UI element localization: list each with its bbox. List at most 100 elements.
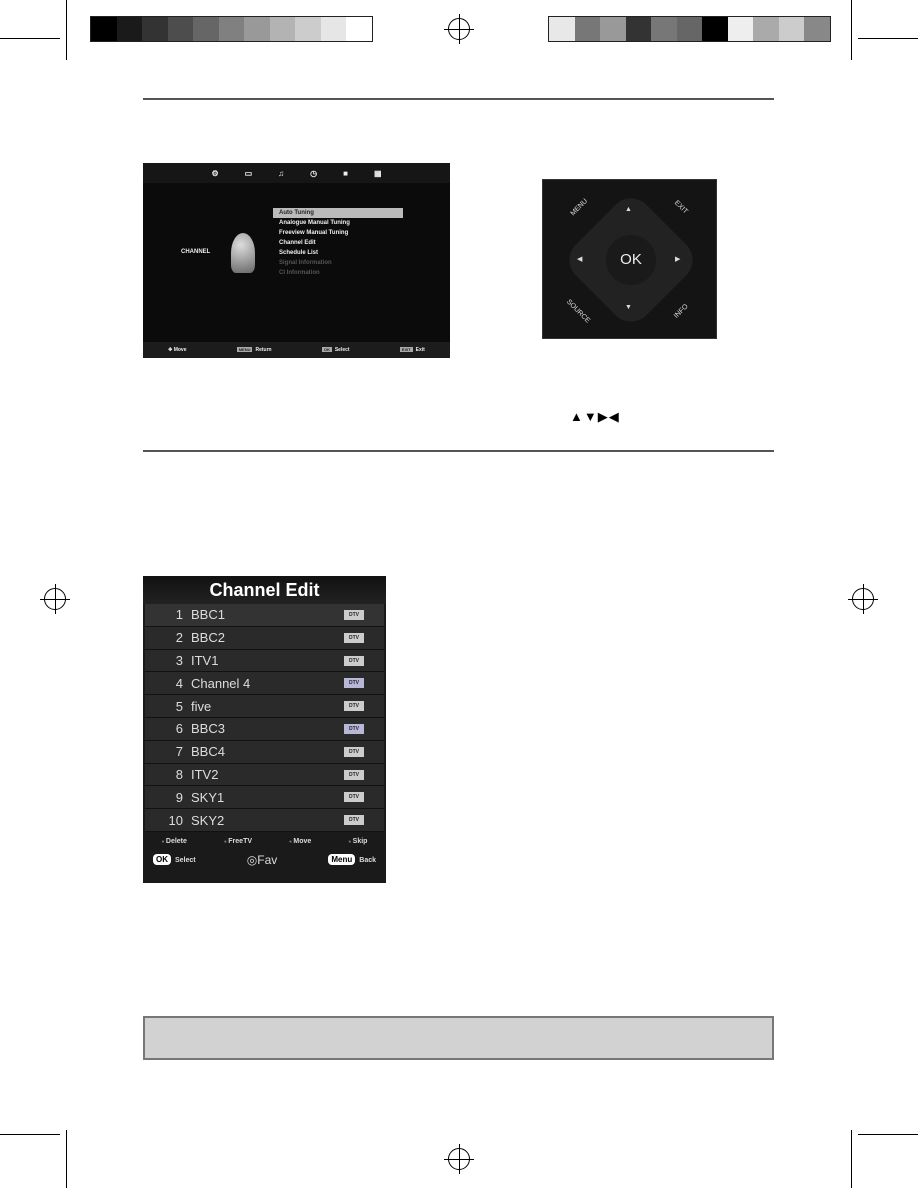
category-label: CHANNEL (181, 249, 211, 255)
divider (143, 98, 774, 100)
color-swatch (804, 17, 830, 41)
back-hint: Menu Back (328, 854, 376, 866)
color-swatch (116, 17, 142, 41)
channel-row[interactable]: 8 ITV2 DTV (145, 763, 384, 787)
color-swatch (574, 17, 600, 41)
channel-number: 4 (175, 675, 183, 691)
menu-item-analogue-manual-tuning[interactable]: Analogue Manual Tuning (273, 218, 403, 228)
channel-row[interactable]: 10 SKY2 DTV (145, 809, 384, 832)
note-box (143, 1016, 774, 1060)
color-key-legend: Delete FreeTV Move Skip (143, 838, 386, 845)
crop-mark (858, 1134, 918, 1135)
hint-label: Return (255, 347, 272, 353)
left-arrow-icon[interactable]: ◀ (577, 255, 582, 263)
channel-number: 5 (175, 698, 183, 714)
color-swatch (702, 17, 728, 41)
channel-row[interactable]: 4 Channel 4 DTV (145, 672, 384, 696)
move-hint: Move (289, 838, 311, 845)
up-arrow-icon[interactable]: ▲ (625, 206, 632, 213)
color-swatch (549, 17, 575, 41)
hint-label: Select (175, 857, 196, 865)
satellite-dish-icon (231, 233, 255, 273)
channel-row[interactable]: 6 BBC3 DTV (145, 717, 384, 741)
menu-item-ci-information: CI Information (279, 270, 320, 276)
channel-name: five (191, 698, 212, 714)
registration-mark (40, 584, 70, 614)
crop-mark (66, 1130, 67, 1188)
channel-number: 10 (168, 812, 183, 828)
exit-button[interactable]: EXIT (673, 200, 689, 216)
freetv-hint: FreeTV (224, 838, 252, 845)
grid-icon[interactable]: ▦ (374, 169, 382, 178)
menu-button[interactable]: MENU (570, 198, 590, 218)
channel-row[interactable]: 5 five DTV (145, 695, 384, 718)
channel-type-badge: DTV (344, 769, 364, 780)
channel-row[interactable]: 1 BBC1 DTV (145, 604, 384, 627)
clock-icon[interactable]: ◷ (310, 169, 317, 178)
channel-name: ITV1 (191, 652, 219, 668)
registration-mark (444, 14, 474, 44)
skip-hint: Skip (348, 838, 368, 845)
channel-number: 6 (175, 721, 183, 737)
channel-row[interactable]: 9 SKY1 DTV (145, 786, 384, 810)
color-swatch (167, 17, 193, 41)
right-arrow-icon[interactable]: ▶ (675, 255, 680, 263)
color-swatch (727, 17, 753, 41)
channel-type-badge: DTV (344, 792, 364, 803)
color-swatch (142, 17, 168, 41)
channel-row[interactable]: 2 BBC2 DTV (145, 626, 384, 650)
button-legend: OK Select ◎Fav Menu Back (143, 853, 386, 867)
channel-name: BBC1 (191, 607, 225, 623)
channel-type-badge: DTV (344, 655, 364, 666)
channel-name: Channel 4 (191, 675, 251, 691)
color-swatch (753, 17, 779, 41)
source-button[interactable]: SOURCE (565, 298, 591, 324)
color-swatch (600, 17, 626, 41)
key-label: MENU (236, 347, 253, 352)
color-swatch (625, 17, 651, 41)
color-swatch (269, 17, 295, 41)
color-swatch (244, 17, 270, 41)
menu-item-freeview-manual-tuning[interactable]: Freeview Manual Tuning (273, 228, 403, 238)
color-bar-right (548, 16, 831, 42)
info-button[interactable]: INFO (673, 303, 690, 320)
channel-number: 8 (175, 766, 183, 782)
menu-item-signal-information: Signal Information (279, 260, 332, 266)
channel-type-badge: DTV (344, 701, 364, 712)
channel-row[interactable]: 7 BBC4 DTV (145, 740, 384, 764)
channel-edit-screen: Channel Edit 1 BBC1 DTV 2 BBC2 DTV 3 ITV1 DTV 4 Ch… (143, 576, 386, 883)
ok-button[interactable]: OK (606, 235, 656, 285)
menu-item-auto-tuning[interactable]: Auto Tuning (273, 208, 403, 218)
channel-row[interactable]: 3 ITV1 DTV (145, 649, 384, 673)
down-arrow-icon[interactable]: ▼ (625, 304, 632, 311)
delete-hint: Delete (161, 838, 187, 845)
color-swatch (651, 17, 677, 41)
channel-number: 1 (175, 607, 183, 623)
channel-type-badge: DTV (344, 723, 364, 734)
color-swatch (218, 17, 244, 41)
color-swatch (778, 17, 804, 41)
color-swatch (346, 17, 372, 41)
arrow-keys-text: ▲▼▶◀ (570, 409, 620, 424)
channel-type-badge: DTV (344, 815, 364, 826)
gear-icon[interactable]: ⚙ (211, 169, 218, 178)
fav-icon: ◎ (246, 852, 258, 867)
hint-move: ✥ Move (168, 347, 186, 353)
lock-icon[interactable]: ■ (343, 169, 348, 178)
music-icon[interactable]: ♫ (278, 169, 284, 178)
ok-key: OK (153, 854, 171, 866)
menu-item-schedule-list[interactable]: Schedule List (273, 248, 403, 258)
channel-type-badge: DTV (344, 678, 364, 689)
menu-footer: ✥ Move MENU Return OK Select EXIT Exit (143, 342, 450, 358)
picture-icon[interactable]: ▭ (245, 169, 253, 178)
remote-control-image: OK ▲ ▼ ◀ ▶ MENU EXIT SOURCE INFO (542, 179, 717, 339)
tv-channel-menu: ⚙ ▭ ♫ ◷ ■ ▦ CHANNEL Auto Tuning Analogue… (143, 163, 450, 358)
color-swatch (91, 17, 117, 41)
menu-item-channel-edit[interactable]: Channel Edit (273, 238, 403, 248)
channel-name: SKY1 (191, 789, 225, 805)
channel-type-badge: DTV (344, 610, 364, 620)
divider (143, 450, 774, 452)
hint-return: MENU Return (236, 347, 272, 353)
color-swatch (193, 17, 219, 41)
channel-edit-title: Channel Edit (143, 576, 386, 604)
